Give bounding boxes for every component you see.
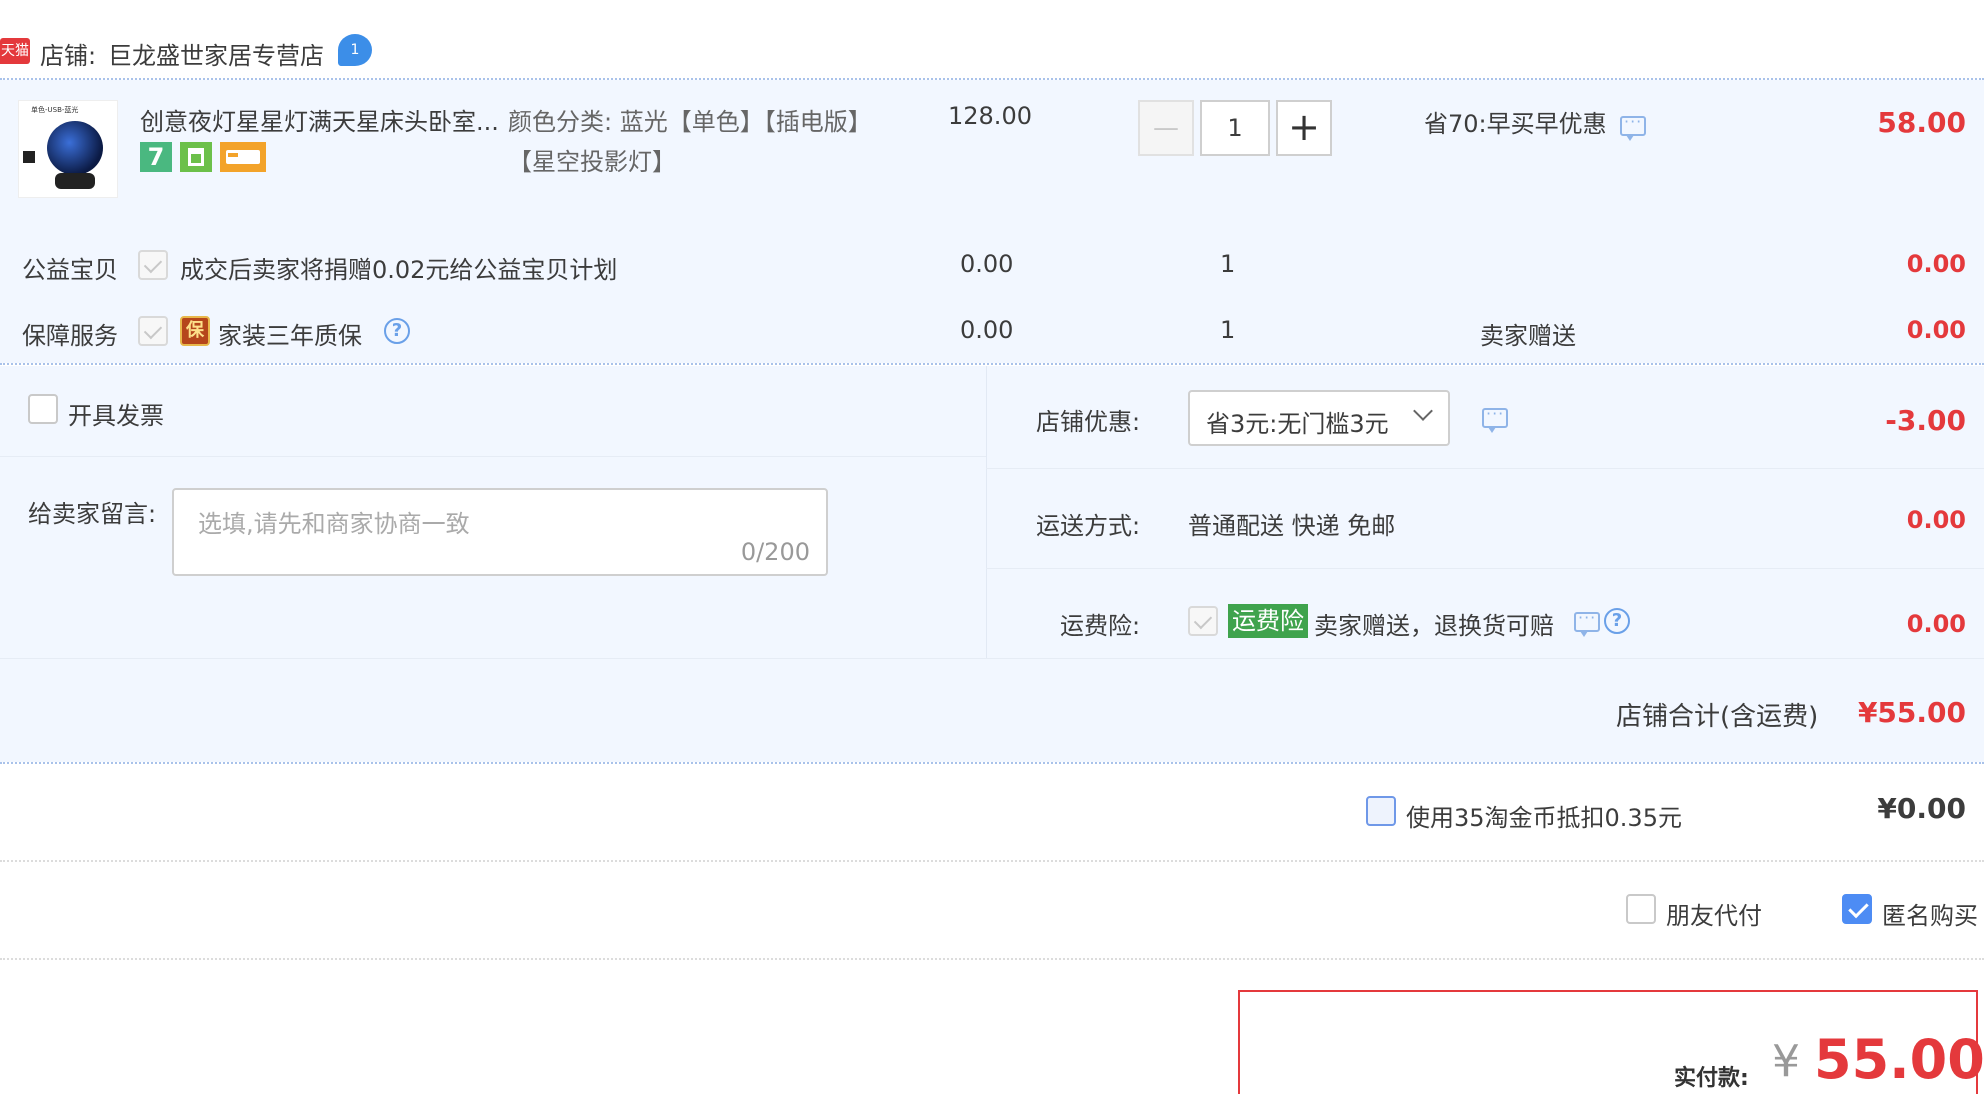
pay-amount: 55.00 [1814, 1028, 1984, 1091]
chevron-down-icon [1413, 401, 1433, 421]
message-counter: 0/200 [740, 538, 810, 566]
shipping-insurance-tag: 运费险 [1228, 604, 1308, 638]
sku-label: 颜色分类: [508, 108, 613, 136]
message-label: 给卖家留言: [28, 500, 157, 528]
shipping-insurance-label: 运费险: [1060, 612, 1141, 640]
promo-chat-icon[interactable] [1620, 112, 1646, 141]
warranty-note: 卖家赠送 [1480, 322, 1576, 350]
charity-qty: 1 [1220, 250, 1236, 278]
warranty-total: 0.00 [1906, 316, 1966, 344]
message-placeholder: 选填,请先和商家协商一致 [198, 510, 470, 538]
service-badge-seven-days: 7 [140, 142, 172, 172]
shop-name-link[interactable]: 巨龙盛世家居专营店 [108, 36, 324, 71]
shipping-label: 运送方式: [1036, 512, 1141, 540]
options-column-divider [986, 366, 987, 658]
decrease-quantity-button[interactable]: — [1138, 100, 1194, 156]
quantity-input[interactable] [1200, 100, 1270, 156]
left-row-divider [0, 456, 986, 457]
charity-checkbox[interactable] [138, 250, 168, 280]
warranty-description: 家装三年质保 [218, 322, 362, 350]
shipping-method: 普通配送 快递 免邮 [1188, 512, 1396, 540]
shipping-insurance-description: 卖家赠送，退换货可赔 [1314, 612, 1554, 640]
shop-label: 店铺: [40, 42, 97, 70]
coins-divider [0, 860, 1984, 862]
message-textarea[interactable]: 选填,请先和商家协商一致 0/200 [172, 488, 828, 576]
charity-price: 0.00 [960, 250, 1014, 278]
coins-value: ¥0.00 [1877, 792, 1966, 825]
anonymous-label: 匿名购买 [1882, 902, 1978, 930]
panel-row-divider [0, 658, 1984, 659]
warranty-checkbox[interactable] [138, 316, 168, 346]
right-row-divider-2 [986, 568, 1984, 569]
payment-summary-box: 实付款: ¥ 55.00 [1238, 990, 1984, 1094]
items-divider [0, 363, 1984, 365]
warranty-help-icon[interactable]: ? [384, 318, 410, 344]
shipping-insurance-price: 0.00 [1906, 610, 1966, 638]
shipping-price: 0.00 [1906, 506, 1966, 534]
sku-info: 颜色分类: 蓝光【单色】【插电版】【星空投影灯】 [508, 102, 878, 182]
warranty-label: 保障服务 [22, 322, 118, 350]
right-row-divider-1 [986, 468, 1984, 469]
tmall-badge: 天猫 [0, 38, 30, 64]
warranty-qty: 1 [1220, 316, 1236, 344]
insurance-chat-icon[interactable] [1574, 608, 1600, 637]
product-title-link[interactable]: 创意夜灯星星灯满天星床头卧室... [140, 102, 499, 137]
friend-pay-label: 朋友代付 [1666, 902, 1762, 930]
shop-discount-selected: 省3元:无门槛3元 [1206, 410, 1389, 438]
shop-discount-label: 店铺优惠: [1036, 408, 1141, 436]
shop-discount-value: -3.00 [1885, 404, 1966, 437]
pay-label: 实付款: [1674, 1066, 1749, 1091]
insurance-help-icon[interactable]: ? [1604, 608, 1630, 634]
card-icon [220, 142, 266, 172]
warranty-badge-icon: 保 [180, 316, 210, 346]
product-total: 58.00 [1877, 106, 1966, 139]
store-icon [180, 142, 212, 172]
charity-description: 成交后卖家将捐赠0.02元给公益宝贝计划 [180, 256, 618, 284]
options-divider [0, 958, 1984, 960]
friend-pay-checkbox[interactable] [1626, 894, 1656, 924]
coins-label: 使用35淘金币抵扣0.35元 [1406, 804, 1682, 832]
anonymous-checkbox[interactable] [1842, 894, 1872, 924]
total-divider [0, 762, 1984, 764]
quantity-stepper: — + [1138, 100, 1332, 156]
charity-total: 0.00 [1906, 250, 1966, 278]
product-thumbnail[interactable]: 单色-USB-蓝光 [18, 100, 118, 198]
shipping-insurance-checkbox[interactable] [1188, 606, 1218, 636]
wangwang-chat-icon[interactable]: 1 [338, 34, 372, 66]
coins-checkbox[interactable] [1366, 796, 1396, 826]
pay-currency: ¥ [1772, 1036, 1800, 1087]
unit-price: 128.00 [948, 102, 1032, 130]
discount-chat-icon[interactable] [1482, 404, 1508, 433]
shop-discount-select[interactable]: 省3元:无门槛3元 [1188, 390, 1450, 446]
warranty-price: 0.00 [960, 316, 1014, 344]
invoice-label: 开具发票 [68, 402, 164, 430]
shop-total-label: 店铺合计(含运费) [1616, 702, 1819, 732]
charity-label: 公益宝贝 [22, 256, 118, 284]
increase-quantity-button[interactable]: + [1276, 100, 1332, 156]
shop-total-value: ¥55.00 [1857, 696, 1966, 729]
promotion-text: 省70:早买早优惠 [1424, 110, 1607, 138]
invoice-checkbox[interactable] [28, 394, 58, 424]
